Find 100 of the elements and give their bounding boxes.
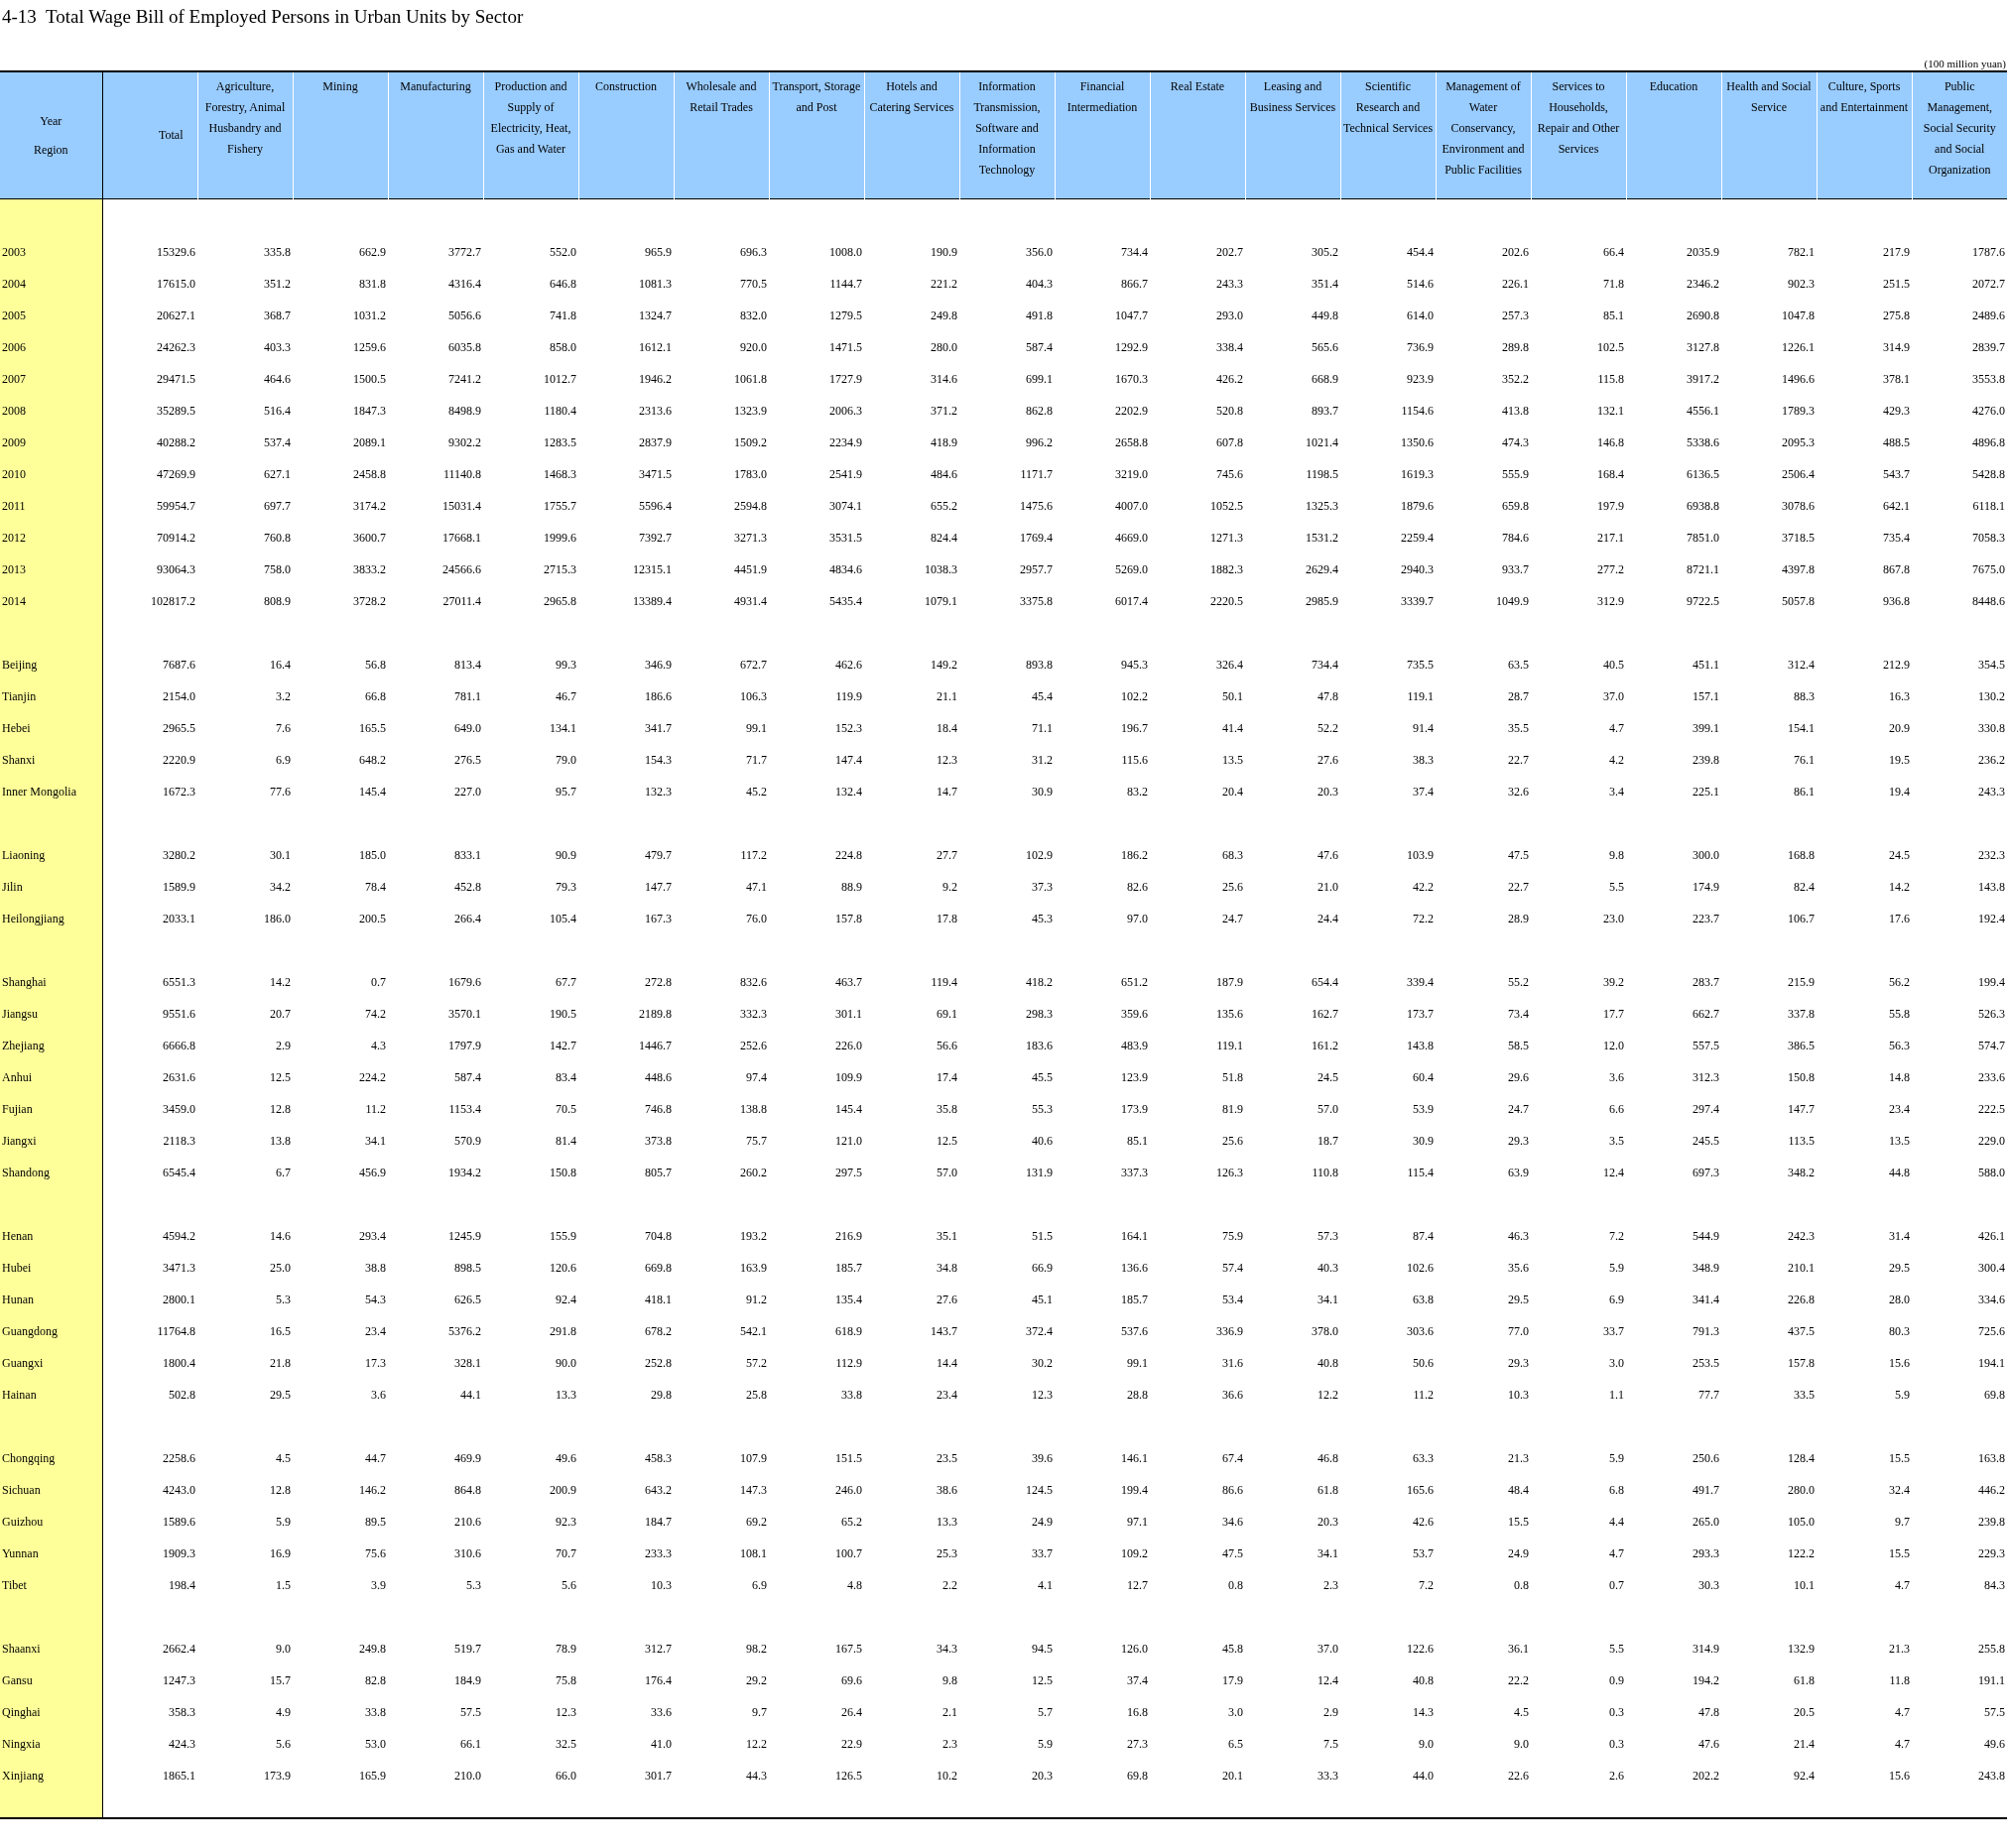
row-label: Shandong — [2, 1165, 50, 1179]
table-cell: 4316.4 — [448, 276, 481, 291]
table-cell: 1934.2 — [448, 1165, 481, 1179]
table-cell: 898.5 — [454, 1260, 481, 1275]
table-cell: 832.6 — [740, 974, 767, 989]
table-cell: 26.4 — [841, 1704, 862, 1719]
year-label: Year — [40, 113, 63, 129]
table-cell: 8498.9 — [448, 403, 481, 418]
table-cell: 734.4 — [1121, 244, 1148, 259]
table-cell: 186.0 — [264, 911, 291, 925]
table-cell: 7.5 — [1323, 1736, 1338, 1751]
table-cell: 27.7 — [937, 847, 957, 862]
table-cell: 2690.8 — [1687, 308, 1719, 322]
table-cell: 134.1 — [550, 720, 576, 735]
table-cell: 514.6 — [1407, 276, 1434, 291]
table-cell: 47.8 — [1318, 688, 1338, 703]
table-cell: 106.7 — [1788, 911, 1815, 925]
table-cell: 544.9 — [1693, 1228, 1719, 1243]
row-label: Fujian — [2, 1101, 33, 1116]
table-cell: 40288.2 — [157, 434, 195, 449]
table-cell: 38.3 — [1413, 752, 1434, 767]
table-cell: 356.0 — [1026, 244, 1053, 259]
table-cell: 13.3 — [556, 1387, 576, 1402]
table-cell: 229.3 — [1978, 1545, 2005, 1560]
table-cell: 326.4 — [1216, 657, 1243, 672]
table-cell: 102.6 — [1407, 1260, 1434, 1275]
table-cell: 1531.2 — [1306, 530, 1338, 545]
table-cell: 126.3 — [1216, 1165, 1243, 1179]
table-cell: 33.8 — [841, 1387, 862, 1402]
table-cell: 704.8 — [645, 1228, 672, 1243]
row-label: Tianjin — [2, 688, 37, 703]
table-cell: 37.4 — [1127, 1672, 1148, 1687]
table-cell: 866.7 — [1121, 276, 1148, 291]
table-cell: 38.6 — [937, 1482, 957, 1497]
table-cell: 47.5 — [1508, 847, 1529, 862]
table-cell: 59954.7 — [157, 498, 195, 513]
table-cell: 146.1 — [1121, 1450, 1148, 1465]
table-cell: 642.1 — [1883, 498, 1910, 513]
table-cell: 40.3 — [1318, 1260, 1338, 1275]
table-cell: 697.3 — [1693, 1165, 1719, 1179]
table-cell: 418.2 — [1026, 974, 1053, 989]
table-cell: 236.2 — [1978, 752, 2005, 767]
table-cell: 4007.0 — [1115, 498, 1148, 513]
table-cell: 3174.2 — [353, 498, 386, 513]
row-label: Shanghai — [2, 974, 47, 989]
table-cell: 242.3 — [1788, 1228, 1815, 1243]
table-cell: 33.8 — [365, 1704, 386, 1719]
table-cell: 351.2 — [264, 276, 291, 291]
table-cell: 34.2 — [270, 879, 291, 894]
table-cell: 8721.1 — [1687, 561, 1719, 576]
table-cell: 1247.3 — [163, 1672, 195, 1687]
table-cell: 7241.2 — [448, 371, 481, 386]
table-cell: 260.2 — [740, 1165, 767, 1179]
table-cell: 226.8 — [1788, 1292, 1815, 1306]
table-cell: 291.8 — [550, 1323, 576, 1338]
table-cell: 11.2 — [1413, 1387, 1434, 1402]
table-cell: 735.4 — [1883, 530, 1910, 545]
column-header: Financial Intermediation — [1055, 71, 1150, 199]
table-cell: 1847.3 — [353, 403, 386, 418]
table-cell: 184.7 — [645, 1514, 672, 1529]
table-cell: 368.7 — [264, 308, 291, 322]
table-cell: 483.9 — [1121, 1038, 1148, 1052]
table-cell: 165.5 — [359, 720, 386, 735]
table-cell: 19.5 — [1889, 752, 1910, 767]
table-cell: 1259.6 — [353, 339, 386, 354]
table-cell: 190.9 — [931, 244, 957, 259]
table-cell: 5596.4 — [639, 498, 672, 513]
table-cell: 276.5 — [454, 752, 481, 767]
table-cell: 16.8 — [1127, 1704, 1148, 1719]
row-label: 2013 — [2, 561, 26, 576]
table-cell: 1496.6 — [1782, 371, 1815, 386]
table-cell: 1589.9 — [163, 879, 195, 894]
table-cell: 4896.8 — [1972, 434, 2005, 449]
table-cell: 89.5 — [365, 1514, 386, 1529]
table-cell: 31.6 — [1222, 1355, 1243, 1370]
table-cell: 3078.6 — [1782, 498, 1815, 513]
table-cell: 3339.7 — [1401, 593, 1434, 608]
table-cell: 335.8 — [264, 244, 291, 259]
table-cell: 1325.3 — [1306, 498, 1338, 513]
table-cell: 4.4 — [1609, 1514, 1624, 1529]
table-cell: 5376.2 — [448, 1323, 481, 1338]
table-cell: 351.4 — [1312, 276, 1338, 291]
row-label: Jiangsu — [2, 1006, 38, 1021]
table-cell: 252.6 — [740, 1038, 767, 1052]
table-cell: 98.2 — [746, 1641, 767, 1656]
table-cell: 2.9 — [1323, 1704, 1338, 1719]
table-cell: 24.9 — [1032, 1514, 1053, 1529]
table-cell: 1755.7 — [544, 498, 576, 513]
table-cell: 174.9 — [1693, 879, 1719, 894]
row-label: Henan — [2, 1228, 34, 1243]
table-cell: 163.8 — [1978, 1450, 2005, 1465]
table-cell: 3728.2 — [353, 593, 386, 608]
table-cell: 100.7 — [835, 1545, 862, 1560]
table-cell: 418.9 — [931, 434, 957, 449]
table-cell: 6.9 — [276, 752, 291, 767]
table-cell: 217.9 — [1883, 244, 1910, 259]
table-cell: 2458.8 — [353, 466, 386, 481]
table-cell: 40.8 — [1413, 1672, 1434, 1687]
table-cell: 126.5 — [835, 1768, 862, 1783]
table-cell: 194.2 — [1693, 1672, 1719, 1687]
